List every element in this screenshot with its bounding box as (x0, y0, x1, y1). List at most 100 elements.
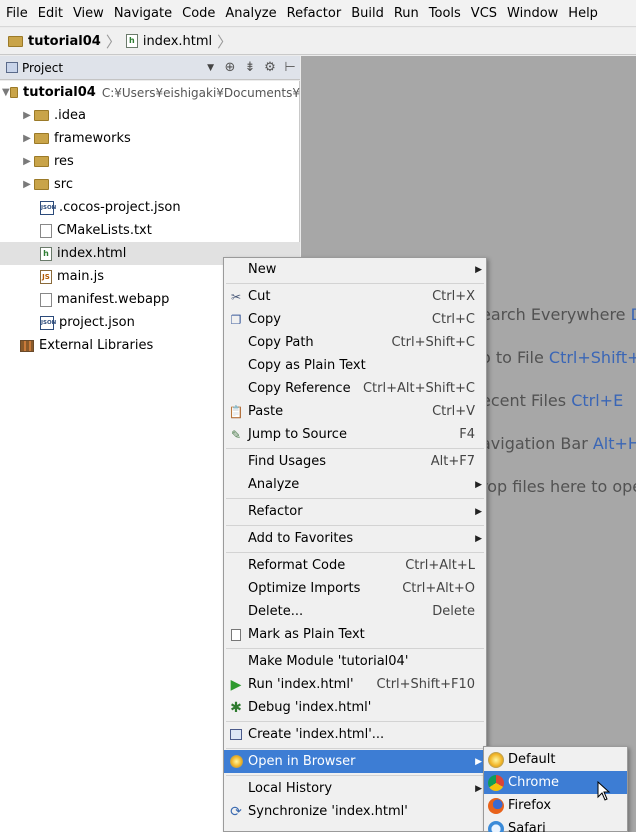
collapsed-arrow-icon[interactable]: ▶ (20, 110, 34, 121)
menu-item-create-run-config[interactable]: Create 'index.html'... (224, 723, 486, 746)
menu-item-jump-to-source[interactable]: ✎ Jump to Source F4 (224, 423, 486, 446)
submenu-arrow-icon: ▶ (475, 783, 482, 794)
html-file-icon: h (125, 34, 138, 48)
menu-tools[interactable]: Tools (425, 0, 465, 27)
scissors-icon: ✂ (230, 289, 242, 304)
debug-bug-icon: ✱ (230, 699, 242, 716)
breadcrumb-file[interactable]: h index.html 〉 (125, 31, 237, 52)
menu-item-run[interactable]: ▶ Run 'index.html' Ctrl+Shift+F10 (224, 673, 486, 696)
menu-separator (226, 775, 484, 776)
menu-item-synchronize[interactable]: ⟳ Synchronize 'index.html' (224, 800, 486, 823)
collapsed-arrow-icon[interactable]: ▶ (20, 179, 34, 190)
collapse-all-icon[interactable]: ⇟ (240, 60, 260, 75)
tree-item-cmakelists[interactable]: CMakeLists.txt (0, 219, 300, 242)
text-file-icon (40, 223, 52, 238)
gear-icon[interactable]: ⚙ (260, 60, 280, 75)
menu-item-local-history[interactable]: Local History ▶ (224, 777, 486, 800)
navigation-bar: tutorial04 〉 h index.html 〉 (0, 28, 636, 55)
json-file-icon: JSON (40, 200, 56, 215)
json-file-icon: JSON (40, 315, 56, 330)
menu-item-paste[interactable]: 📋 Paste Ctrl+V (224, 400, 486, 423)
submenu-arrow-icon: ▶ (475, 264, 482, 275)
menu-navigate[interactable]: Navigate (110, 0, 176, 27)
folder-icon (9, 87, 19, 98)
menu-bar: File Edit View Navigate Code Analyze Ref… (0, 0, 636, 27)
text-file-icon (40, 292, 52, 307)
js-file-icon: JS (40, 269, 52, 284)
menu-separator (226, 525, 484, 526)
menu-analyze[interactable]: Analyze (221, 0, 280, 27)
run-config-icon (228, 727, 244, 743)
submenu-arrow-icon: ▶ (475, 506, 482, 517)
menu-item-new[interactable]: New ▶ (224, 258, 486, 281)
browser-item-safari[interactable]: Safari (484, 817, 627, 832)
tree-root[interactable]: ▼ tutorial04 C:¥Users¥eishigaki¥Document… (0, 81, 300, 104)
browser-item-default[interactable]: Default (484, 748, 627, 771)
project-view-icon (6, 62, 18, 73)
breadcrumb-separator: 〉 (105, 32, 121, 51)
menu-item-copy-path[interactable]: Copy Path Ctrl+Shift+C (224, 331, 486, 354)
menu-run[interactable]: Run (390, 0, 423, 27)
menu-separator (226, 748, 484, 749)
menu-item-copy[interactable]: ❐ Copy Ctrl+C (224, 308, 486, 331)
mouse-cursor-icon (597, 781, 611, 801)
submenu-arrow-icon: ▶ (475, 756, 482, 767)
collapsed-arrow-icon[interactable]: ▶ (20, 133, 34, 144)
tree-item-frameworks[interactable]: ▶ frameworks (0, 127, 300, 150)
menu-item-mark-as-plain-text[interactable]: Mark as Plain Text (224, 623, 486, 646)
menu-help[interactable]: Help (564, 0, 602, 27)
tree-item-src[interactable]: ▶ src (0, 173, 300, 196)
menu-separator (226, 448, 484, 449)
safari-icon (488, 820, 504, 832)
menu-item-open-in-browser[interactable]: Open in Browser ▶ (224, 750, 486, 773)
expand-arrow-icon[interactable]: ▼ (2, 87, 10, 98)
collapsed-arrow-icon[interactable]: ▶ (20, 156, 34, 167)
menu-item-copy-plain-text[interactable]: Copy as Plain Text (224, 354, 486, 377)
tree-item-idea[interactable]: ▶ .idea (0, 104, 300, 127)
menu-item-make-module[interactable]: Make Module 'tutorial04' (224, 650, 486, 673)
menu-item-find-usages[interactable]: Find Usages Alt+F7 (224, 450, 486, 473)
hint-navigation-bar: avigation Bar Alt+H (481, 434, 636, 453)
menu-item-optimize-imports[interactable]: Optimize Imports Ctrl+Alt+O (224, 577, 486, 600)
menu-item-reformat-code[interactable]: Reformat Code Ctrl+Alt+L (224, 554, 486, 577)
menu-refactor[interactable]: Refactor (283, 0, 346, 27)
locate-icon[interactable]: ⊕ (220, 60, 240, 75)
menu-separator (226, 552, 484, 553)
menu-vcs[interactable]: VCS (467, 0, 501, 27)
breadcrumb-project[interactable]: tutorial04 〉 (8, 31, 126, 52)
project-panel-title: Project (22, 60, 64, 75)
paste-icon: 📋 (228, 404, 244, 419)
run-icon: ▶ (230, 676, 242, 693)
folder-icon (34, 110, 49, 121)
menu-item-cut[interactable]: ✂ Cut Ctrl+X (224, 285, 486, 308)
menu-item-refactor[interactable]: Refactor ▶ (224, 500, 486, 523)
hint-go-to-file: o to File Ctrl+Shift+ (481, 348, 636, 367)
default-browser-icon (488, 751, 504, 768)
menu-item-debug[interactable]: ✱ Debug 'index.html' (224, 696, 486, 719)
view-selector-dropdown[interactable]: ▼ (207, 63, 214, 73)
firefox-icon (488, 797, 504, 814)
menu-build[interactable]: Build (347, 0, 388, 27)
menu-item-analyze[interactable]: Analyze ▶ (224, 473, 486, 496)
menu-file[interactable]: File (2, 0, 32, 27)
menu-item-add-to-favorites[interactable]: Add to Favorites ▶ (224, 527, 486, 550)
menu-view[interactable]: View (69, 0, 108, 27)
menu-window[interactable]: Window (503, 0, 562, 27)
copy-icon: ❐ (230, 312, 242, 327)
menu-edit[interactable]: Edit (34, 0, 67, 27)
tree-item-res[interactable]: ▶ res (0, 150, 300, 173)
folder-icon (34, 156, 49, 167)
breadcrumb-separator: 〉 (217, 32, 233, 51)
menu-item-copy-reference[interactable]: Copy Reference Ctrl+Alt+Shift+C (224, 377, 486, 400)
menu-separator (226, 498, 484, 499)
library-icon (20, 339, 34, 352)
menu-item-delete[interactable]: Delete... Delete (224, 600, 486, 623)
text-file-icon (228, 627, 244, 643)
tree-item-cocos-project-json[interactable]: JSON .cocos-project.json (0, 196, 300, 219)
folder-icon (8, 35, 23, 47)
hide-panel-icon[interactable]: ⊢ (280, 60, 300, 75)
menu-separator (226, 648, 484, 649)
sync-icon: ⟳ (230, 803, 242, 820)
menu-code[interactable]: Code (178, 0, 219, 27)
browser-icon (228, 754, 244, 770)
